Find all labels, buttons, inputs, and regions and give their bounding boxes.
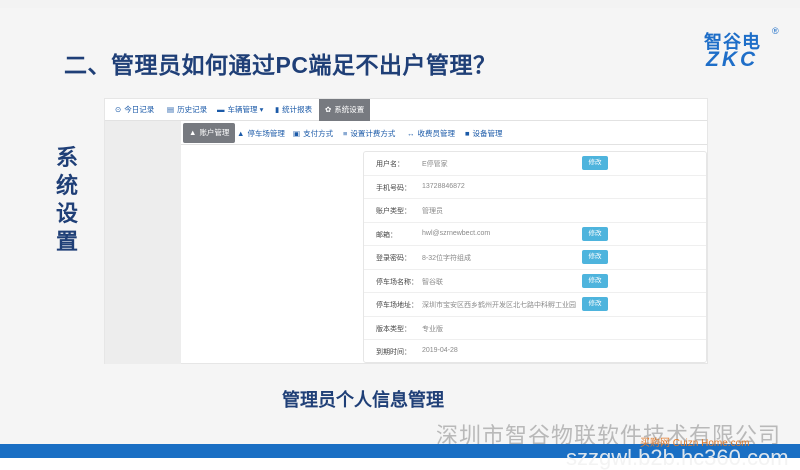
logo-english-text: ZKC <box>706 48 759 71</box>
field-label: 停车场地址： <box>376 302 418 309</box>
nav-label: 统计报表 <box>282 105 313 114</box>
field-label: 账户类型： <box>376 208 411 215</box>
app-window: ⊙ 今日记录 ▤ 历史记录 ▬ 车辆管理 ▾ ▮ 统计报表 ✿ 系统设置 ▲ 账户管理 ▲ 停… <box>104 98 708 364</box>
field-value: 2019-04-28 <box>422 347 458 354</box>
edit-parking-name-button[interactable]: 修改 <box>582 273 608 288</box>
nav-label: 车辆管理 ▾ <box>227 105 264 114</box>
tab-payment-methods[interactable]: ▣ 支付方式 <box>293 127 333 141</box>
link-icon: ↔ <box>407 129 415 138</box>
car-icon: ▬ <box>217 105 225 114</box>
slide-caption: 管理员个人信息管理 <box>282 390 444 410</box>
side-label: 系统设置 <box>55 145 78 254</box>
tab-billing-settings[interactable]: ≡ 设置计费方式 <box>343 127 395 141</box>
nav-label: 系统设置 <box>334 105 365 114</box>
nav-today-records[interactable]: ⊙ 今日记录 <box>115 102 154 118</box>
tab-label: 收费员管理 <box>417 129 456 138</box>
field-value: hwl@szrnewbect.com <box>422 229 491 237</box>
nav-label: 历史记录 <box>177 105 208 114</box>
field-value: E停管家 <box>422 161 448 168</box>
row-parking-address: 停车场地址： 深圳市宝安区西乡鹤州开发区北七路中科孵工业园 修改 <box>364 293 706 317</box>
document-icon: ▤ <box>167 105 175 114</box>
row-password: 登录密码： 8-32位字符组成 修改 <box>364 246 706 270</box>
camera-icon: ■ <box>465 129 470 138</box>
row-username: 用户名： E停管家 修改 <box>364 152 706 176</box>
list-icon: ≡ <box>343 129 348 138</box>
field-label: 手机号码： <box>376 184 411 192</box>
bar-chart-icon: ▮ <box>275 105 280 114</box>
user-icon: ▲ <box>189 128 197 137</box>
tab-parking-management[interactable]: ▲ 停车场管理 <box>237 127 285 141</box>
edit-email-button[interactable]: 修改 <box>582 226 608 241</box>
field-label: 登录密码： <box>376 255 411 262</box>
clock-icon: ⊙ <box>115 105 122 114</box>
row-email: 邮箱： hwl@szrnewbect.com 修改 <box>364 223 706 246</box>
slide-title: 二、管理员如何通过PC端足不出户管理？ <box>64 52 497 78</box>
tab-device-management[interactable]: ■ 设备管理 <box>465 127 503 141</box>
field-value: 管理员 <box>422 208 443 215</box>
nav-label: 今日记录 <box>124 105 155 114</box>
row-parking-name: 停车场名称： 智谷联 修改 <box>364 270 706 293</box>
edit-password-button[interactable]: 修改 <box>582 250 608 264</box>
gear-icon: ✿ <box>325 105 332 114</box>
tab-label: 设备管理 <box>472 129 503 138</box>
edit-parking-address-button[interactable]: 修改 <box>582 297 608 311</box>
tab-label: 账户管理 <box>199 128 230 137</box>
tab-toll-collector-management[interactable]: ↔ 收费员管理 <box>407 127 455 141</box>
tab-label: 设置计费方式 <box>350 129 396 138</box>
nav-system-settings[interactable]: ✿ 系统设置 <box>319 99 371 121</box>
nav-statistics[interactable]: ▮ 统计报表 <box>275 102 312 118</box>
parking-icon: ▲ <box>237 129 245 138</box>
edit-username-button[interactable]: 修改 <box>582 156 608 170</box>
row-version-type: 版本类型： 专业版 <box>364 317 706 340</box>
left-panel <box>105 121 181 364</box>
sub-navigation: ▲ 账户管理 ▲ 停车场管理 ▣ 支付方式 ≡ 设置计费方式 ↔ 收费员管理 ■ 设备管理 <box>181 121 707 145</box>
nav-history-records[interactable]: ▤ 历史记录 <box>167 102 207 118</box>
field-value: 8-32位字符组成 <box>422 255 472 262</box>
registered-mark: ® <box>772 26 779 36</box>
tab-label: 支付方式 <box>303 129 334 138</box>
tab-account-management[interactable]: ▲ 账户管理 <box>183 123 236 143</box>
nav-vehicle-management[interactable]: ▬ 车辆管理 ▾ <box>217 102 263 118</box>
row-phone: 手机号码： 13728846872 <box>364 176 706 199</box>
zkc-logo: 智谷电 ® ZKC <box>704 26 784 74</box>
field-label: 用户名： <box>376 161 404 168</box>
field-value: 智谷联 <box>422 278 443 286</box>
field-label: 邮箱： <box>376 231 397 239</box>
url-watermark: szzgwl.b2b.hc360.com <box>566 445 789 470</box>
field-label: 到期时间： <box>376 349 411 356</box>
account-info-card: 用户名： E停管家 修改 手机号码： 13728846872 账户类型： 管理员… <box>363 151 707 363</box>
field-value: 专业版 <box>422 325 443 333</box>
row-expiry-date: 到期时间： 2019-04-28 <box>364 340 706 364</box>
row-account-type: 账户类型： 管理员 <box>364 199 706 223</box>
tab-label: 停车场管理 <box>247 129 285 138</box>
field-value: 13728846872 <box>422 182 465 190</box>
top-navigation: ⊙ 今日记录 ▤ 历史记录 ▬ 车辆管理 ▾ ▮ 统计报表 ✿ 系统设置 <box>105 99 707 121</box>
payment-icon: ▣ <box>293 129 301 138</box>
top-strip <box>0 0 800 8</box>
field-label: 停车场名称： <box>376 278 418 286</box>
field-value: 深圳市宝安区西乡鹤州开发区北七路中科孵工业园 <box>422 302 576 309</box>
field-label: 版本类型： <box>376 325 411 333</box>
